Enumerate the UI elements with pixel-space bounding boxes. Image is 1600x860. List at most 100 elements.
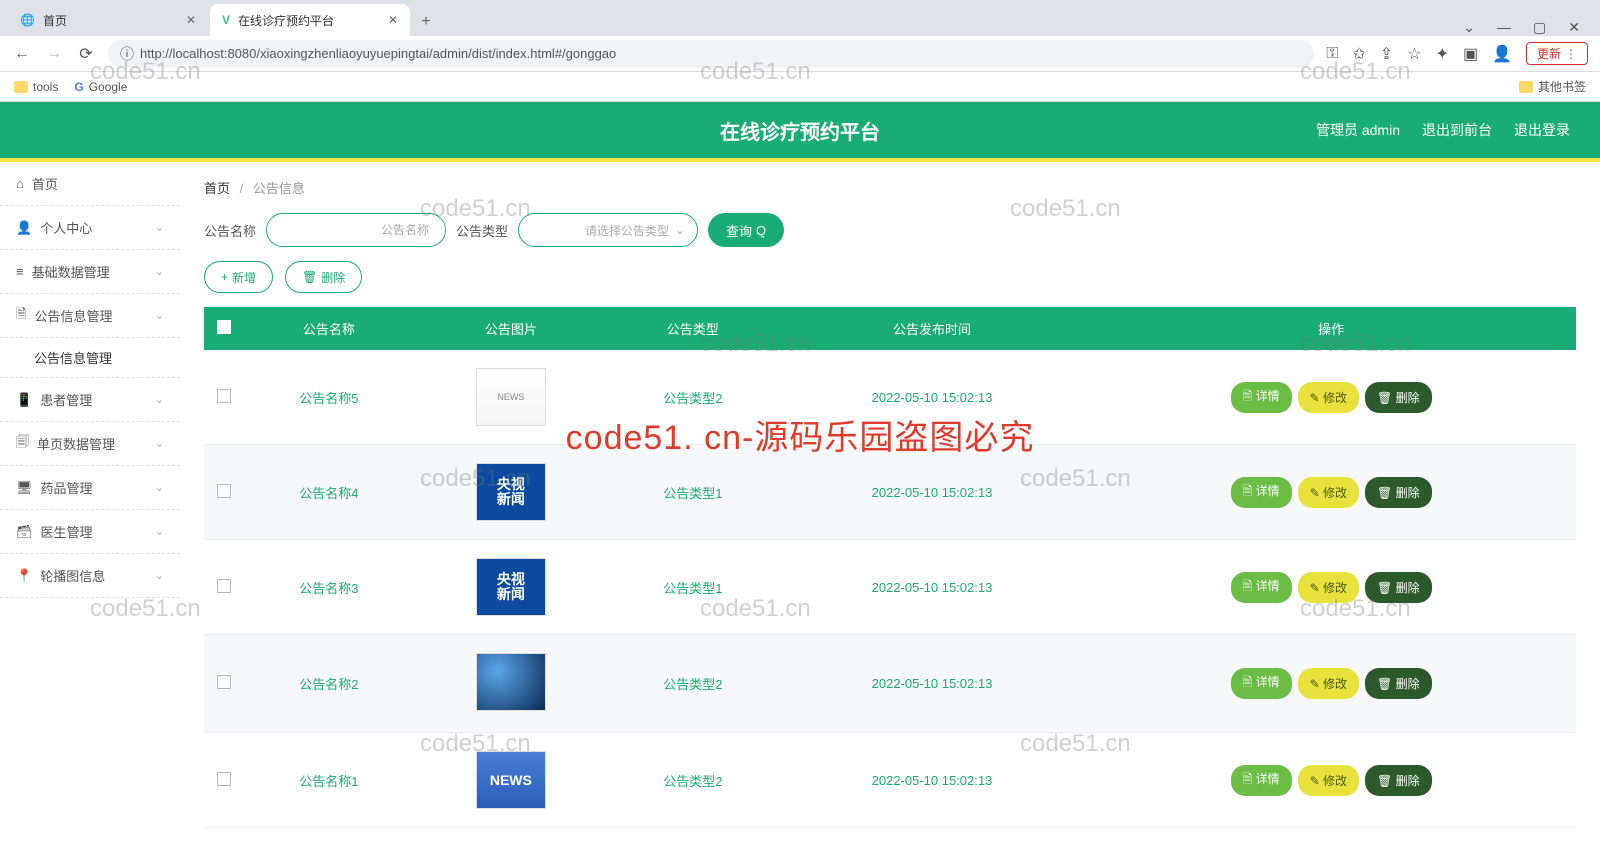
- type-filter-select[interactable]: 请选择公告类型: [518, 213, 698, 247]
- browser-tab-0[interactable]: 🌐 首页 ✕: [8, 4, 208, 36]
- edit-button[interactable]: ✎ 修改: [1298, 382, 1359, 413]
- delete-row-button[interactable]: 🗑 删除: [1365, 572, 1432, 603]
- chevron-down-icon: ⌄: [155, 525, 164, 538]
- select-all-checkbox[interactable]: [217, 320, 231, 334]
- user-icon: 👤: [16, 220, 32, 236]
- cell-time: 2022-05-10 15:02:13: [778, 445, 1087, 540]
- row-checkbox[interactable]: [217, 772, 231, 786]
- close-icon[interactable]: ✕: [388, 13, 398, 27]
- filter-row: 公告名称 公告类型 请选择公告类型 查询 Q: [204, 213, 1576, 247]
- detail-button[interactable]: 🗎 详情: [1231, 477, 1292, 508]
- cell-image: 央视新闻: [414, 540, 608, 635]
- cell-name: 公告名称2: [244, 635, 414, 733]
- sidebar-item-home[interactable]: ⌂ 首页: [0, 162, 180, 206]
- list-icon: ≡: [16, 264, 24, 279]
- pin-icon: 📍: [16, 568, 32, 584]
- extensions-icon[interactable]: ✦: [1436, 44, 1449, 64]
- sidebar-sub-announce[interactable]: 公告信息管理: [0, 338, 180, 378]
- sidebar-item-doctor[interactable]: 🗃 医生管理 ⌄: [0, 510, 180, 554]
- other-bookmarks[interactable]: 其他书签: [1519, 78, 1586, 95]
- announce-table: 公告名称 公告图片 公告类型 公告发布时间 操作 公告名称5NEWS公告类型22…: [204, 307, 1576, 828]
- close-window-icon[interactable]: ✕: [1568, 19, 1580, 36]
- forward-icon[interactable]: →: [44, 45, 64, 63]
- profile-icon[interactable]: 👤: [1492, 44, 1512, 64]
- delete-row-button[interactable]: 🗑 删除: [1365, 668, 1432, 699]
- table-row: 公告名称1NEWS公告类型22022-05-10 15:02:13🗎 详情✎ 修…: [204, 733, 1576, 828]
- phone-icon: 📱: [16, 392, 32, 408]
- search-button[interactable]: 查询 Q: [708, 213, 784, 247]
- bookmark-bar: tools G Google 其他书签: [0, 72, 1600, 102]
- key-icon[interactable]: ⚿: [1326, 45, 1338, 63]
- plus-icon: +: [221, 270, 228, 284]
- detail-button[interactable]: 🗎 详情: [1231, 668, 1292, 699]
- row-checkbox[interactable]: [217, 579, 231, 593]
- delete-row-button[interactable]: 🗑 删除: [1365, 382, 1432, 413]
- table-row: 公告名称3央视新闻公告类型12022-05-10 15:02:13🗎 详情✎ 修…: [204, 540, 1576, 635]
- folder-icon: [1519, 81, 1533, 93]
- delete-row-button[interactable]: 🗑 删除: [1365, 477, 1432, 508]
- vue-icon: V: [222, 13, 230, 27]
- cell-type: 公告类型2: [608, 733, 778, 828]
- sidebar-item-profile[interactable]: 👤 个人中心 ⌄: [0, 206, 180, 250]
- admin-label[interactable]: 管理员 admin: [1316, 120, 1400, 140]
- announce-thumb[interactable]: 央视新闻: [476, 463, 546, 521]
- back-icon[interactable]: ←: [12, 45, 32, 63]
- update-button[interactable]: 更新 ⋮: [1526, 42, 1588, 65]
- sidebar-item-patient[interactable]: 📱 患者管理 ⌄: [0, 378, 180, 422]
- announce-thumb[interactable]: 央视新闻: [476, 558, 546, 616]
- bookmark-google[interactable]: G Google: [74, 80, 127, 94]
- dropdown-icon[interactable]: ⌄: [1463, 19, 1475, 36]
- cell-image: NEWS: [414, 350, 608, 445]
- reload-icon[interactable]: ⟳: [76, 44, 96, 64]
- row-checkbox[interactable]: [217, 389, 231, 403]
- sidebar-item-pagedata[interactable]: 🗐 单页数据管理 ⌄: [0, 422, 180, 466]
- minimize-icon[interactable]: —: [1497, 19, 1511, 36]
- maximize-icon[interactable]: ▢: [1533, 19, 1546, 36]
- cell-name: 公告名称4: [244, 445, 414, 540]
- sidebar-item-carousel[interactable]: 📍 轮播图信息 ⌄: [0, 554, 180, 598]
- share-icon[interactable]: ⇪: [1380, 44, 1393, 64]
- announce-thumb[interactable]: NEWS: [476, 751, 546, 809]
- announce-thumb[interactable]: [476, 653, 546, 711]
- table-row: 公告名称2公告类型22022-05-10 15:02:13🗎 详情✎ 修改🗑 删…: [204, 635, 1576, 733]
- edit-button[interactable]: ✎ 修改: [1298, 477, 1359, 508]
- sidebar-item-basedata[interactable]: ≡ 基础数据管理 ⌄: [0, 250, 180, 294]
- star-icon[interactable]: ☆: [1407, 44, 1421, 64]
- edit-button[interactable]: ✎ 修改: [1298, 668, 1359, 699]
- edit-button[interactable]: ✎ 修改: [1298, 572, 1359, 603]
- row-checkbox[interactable]: [217, 675, 231, 689]
- sidebar-item-medicine[interactable]: 🖥 药品管理 ⌄: [0, 466, 180, 510]
- edit-button[interactable]: ✎ 修改: [1298, 765, 1359, 796]
- cell-type: 公告类型1: [608, 445, 778, 540]
- name-filter-label: 公告名称: [204, 221, 256, 240]
- detail-button[interactable]: 🗎 详情: [1231, 382, 1292, 413]
- detail-button[interactable]: 🗎 详情: [1231, 572, 1292, 603]
- cell-ops: 🗎 详情✎ 修改🗑 删除: [1086, 540, 1576, 635]
- name-filter-input[interactable]: [266, 213, 446, 247]
- google-icon: G: [74, 80, 83, 94]
- sidepanel-icon[interactable]: ▣: [1463, 44, 1478, 64]
- address-bar[interactable]: ⓘ http://localhost:8080/xiaoxingzhenliao…: [108, 40, 1314, 68]
- new-tab-button[interactable]: +: [412, 8, 440, 36]
- table-row: 公告名称5NEWS公告类型22022-05-10 15:02:13🗎 详情✎ 修…: [204, 350, 1576, 445]
- announce-thumb[interactable]: NEWS: [476, 368, 546, 426]
- bookmark-tools[interactable]: tools: [14, 80, 58, 94]
- sidebar: ⌂ 首页 👤 个人中心 ⌄ ≡ 基础数据管理 ⌄ 🗎 公告信息管理 ⌄ 公告信息…: [0, 162, 180, 860]
- close-icon[interactable]: ✕: [186, 13, 196, 27]
- breadcrumb-home[interactable]: 首页: [204, 181, 230, 196]
- sidebar-item-announce[interactable]: 🗎 公告信息管理 ⌄: [0, 294, 180, 338]
- row-checkbox[interactable]: [217, 484, 231, 498]
- doc-icon: 🗎: [16, 305, 26, 327]
- cell-ops: 🗎 详情✎ 修改🗑 删除: [1086, 733, 1576, 828]
- delete-row-button[interactable]: 🗑 删除: [1365, 765, 1432, 796]
- cell-ops: 🗎 详情✎ 修改🗑 删除: [1086, 445, 1576, 540]
- cell-time: 2022-05-10 15:02:13: [778, 540, 1087, 635]
- info-icon: ⓘ: [120, 44, 134, 64]
- detail-button[interactable]: 🗎 详情: [1231, 765, 1292, 796]
- delete-button[interactable]: 🗑 删除: [285, 261, 362, 293]
- browser-tab-1[interactable]: V 在线诊疗预约平台 ✕: [210, 4, 410, 36]
- logout-link[interactable]: 退出登录: [1514, 120, 1570, 140]
- goto-front-link[interactable]: 退出到前台: [1422, 120, 1492, 140]
- install-icon[interactable]: ✩: [1352, 44, 1365, 64]
- add-button[interactable]: + 新增: [204, 261, 273, 293]
